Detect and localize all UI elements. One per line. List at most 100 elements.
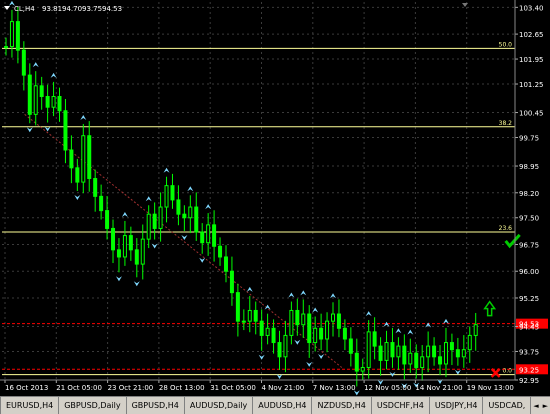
candle-body xyxy=(414,352,419,369)
y-tick-label: 101.25 xyxy=(519,81,544,89)
tab-usdjpy-h4[interactable]: USDJPY,H4 xyxy=(430,397,484,414)
tab-scroll-left-icon[interactable]: ◄ xyxy=(531,397,540,414)
candle-body xyxy=(27,74,32,115)
tab-scroll-right-icon[interactable]: ► xyxy=(541,397,550,414)
candle-body xyxy=(93,178,98,197)
candle-body xyxy=(253,309,258,322)
y-tick-label: 94.45 xyxy=(519,324,539,332)
candle-body xyxy=(366,331,371,369)
tab-nzdusd-h4[interactable]: NZDUSD,H4 xyxy=(312,397,372,414)
candle-body xyxy=(438,356,443,365)
candle-body xyxy=(336,313,341,329)
x-tick-label: 7 Nov 13:00 xyxy=(313,384,356,392)
y-tick-label: 96.00 xyxy=(519,268,539,276)
candle-body xyxy=(212,224,217,247)
candle-body xyxy=(289,309,294,336)
candle-body xyxy=(307,313,312,344)
candle-body xyxy=(33,85,38,115)
candle-body xyxy=(158,206,163,229)
x-tick-label: 19 Nov 13:00 xyxy=(467,384,514,392)
fib-level-label: 23.6 xyxy=(499,225,513,232)
y-tick-label: 97.50 xyxy=(519,215,539,223)
price-chart[interactable]: 50.0 38.2 23.6 0.0 94.53 93.25 103.40 102.65 1… xyxy=(0,0,550,396)
candle-body xyxy=(140,238,145,265)
candle-body xyxy=(21,49,26,76)
candle-body xyxy=(348,338,353,354)
candle-body xyxy=(170,185,175,201)
x-tick-label: 28 Oct 13:00 xyxy=(159,384,205,392)
candle-body xyxy=(81,135,86,183)
candle-body xyxy=(164,185,169,208)
candle-body xyxy=(360,367,365,372)
candle-body xyxy=(229,270,234,294)
candle-body xyxy=(134,249,139,265)
candle-body xyxy=(218,245,223,258)
y-tick-label: 96.75 xyxy=(519,241,539,249)
y-tick-label: 99.75 xyxy=(519,135,539,143)
candle-body xyxy=(390,342,395,358)
candle-body xyxy=(342,327,347,340)
candle-body xyxy=(265,327,270,336)
tab-audusd-h4[interactable]: AUDUSD,H4 xyxy=(253,397,313,414)
candle-body xyxy=(57,96,62,112)
candle-body xyxy=(325,320,330,340)
candle-body xyxy=(313,327,318,344)
candle-body xyxy=(408,352,413,365)
candle-body xyxy=(146,213,151,240)
candle-body xyxy=(295,309,300,326)
ohlc-open: 93.81 xyxy=(42,5,62,13)
candle-body xyxy=(15,21,20,51)
x-tick-label: 31 Oct 05:00 xyxy=(210,384,256,392)
candle-body xyxy=(4,46,8,49)
candle-body xyxy=(182,213,187,219)
candle-body xyxy=(455,349,460,358)
candle-body xyxy=(99,195,104,212)
tab-gbpusd-h4[interactable]: GBPUSD,H4 xyxy=(127,397,185,414)
candle-body xyxy=(473,324,478,336)
tab-eurusd-h4[interactable]: EURUSD,H4 xyxy=(0,397,60,414)
y-tick-label: 92.95 xyxy=(519,377,539,385)
candle-body xyxy=(396,345,401,358)
y-tick-label: 98.20 xyxy=(519,190,539,198)
candle-body xyxy=(301,313,306,326)
candle-body xyxy=(259,320,264,336)
candle-body xyxy=(69,149,74,169)
tab-audusd-daily[interactable]: AUDUSD,Daily xyxy=(185,397,254,414)
x-tick-label: 23 Oct 21:00 xyxy=(108,384,154,392)
candle-body xyxy=(331,313,336,322)
candle-body xyxy=(461,349,466,358)
tab-usdchf-h4[interactable]: USDCHF,H4 xyxy=(372,397,430,414)
candle-body xyxy=(432,345,437,358)
candle-body xyxy=(194,206,199,233)
tab-gbpusd-daily[interactable]: GBPUSD,Daily xyxy=(59,397,127,414)
y-tick-label: 95.25 xyxy=(519,295,539,303)
candle-body xyxy=(128,235,133,251)
y-tick-label: 103.40 xyxy=(519,4,544,12)
y-tick-label: 102.65 xyxy=(519,31,544,39)
candle-body xyxy=(39,85,44,98)
y-tick-label: 93.75 xyxy=(519,348,539,356)
x-tick-label: 14 Nov 21:00 xyxy=(415,384,462,392)
fib-level-label: 50.0 xyxy=(499,41,513,48)
x-tick-label: 4 Nov 21:00 xyxy=(262,384,305,392)
candle-body xyxy=(235,292,240,322)
candle-body xyxy=(105,210,110,229)
symbol-label: CL,H4 xyxy=(14,5,35,13)
candle-body xyxy=(319,327,324,340)
candle-body xyxy=(354,352,359,372)
candle-body xyxy=(247,309,252,322)
candle-body xyxy=(449,342,454,351)
candle-body xyxy=(45,96,50,108)
candle-body xyxy=(152,213,157,229)
price-level-label: 93.25 xyxy=(519,366,539,374)
candle-body xyxy=(200,231,205,244)
candle-body xyxy=(51,96,56,108)
tab-usdcad[interactable]: USDCAD, xyxy=(483,397,532,414)
fib-level-label: 38.2 xyxy=(499,120,513,127)
x-tick-label: 21 Oct 05:00 xyxy=(56,384,102,392)
candle-body xyxy=(277,342,282,358)
candle-body xyxy=(111,227,116,251)
candle-body xyxy=(87,135,92,180)
candle-body xyxy=(116,249,121,258)
x-tick-label: 12 Nov 05:00 xyxy=(364,384,411,392)
